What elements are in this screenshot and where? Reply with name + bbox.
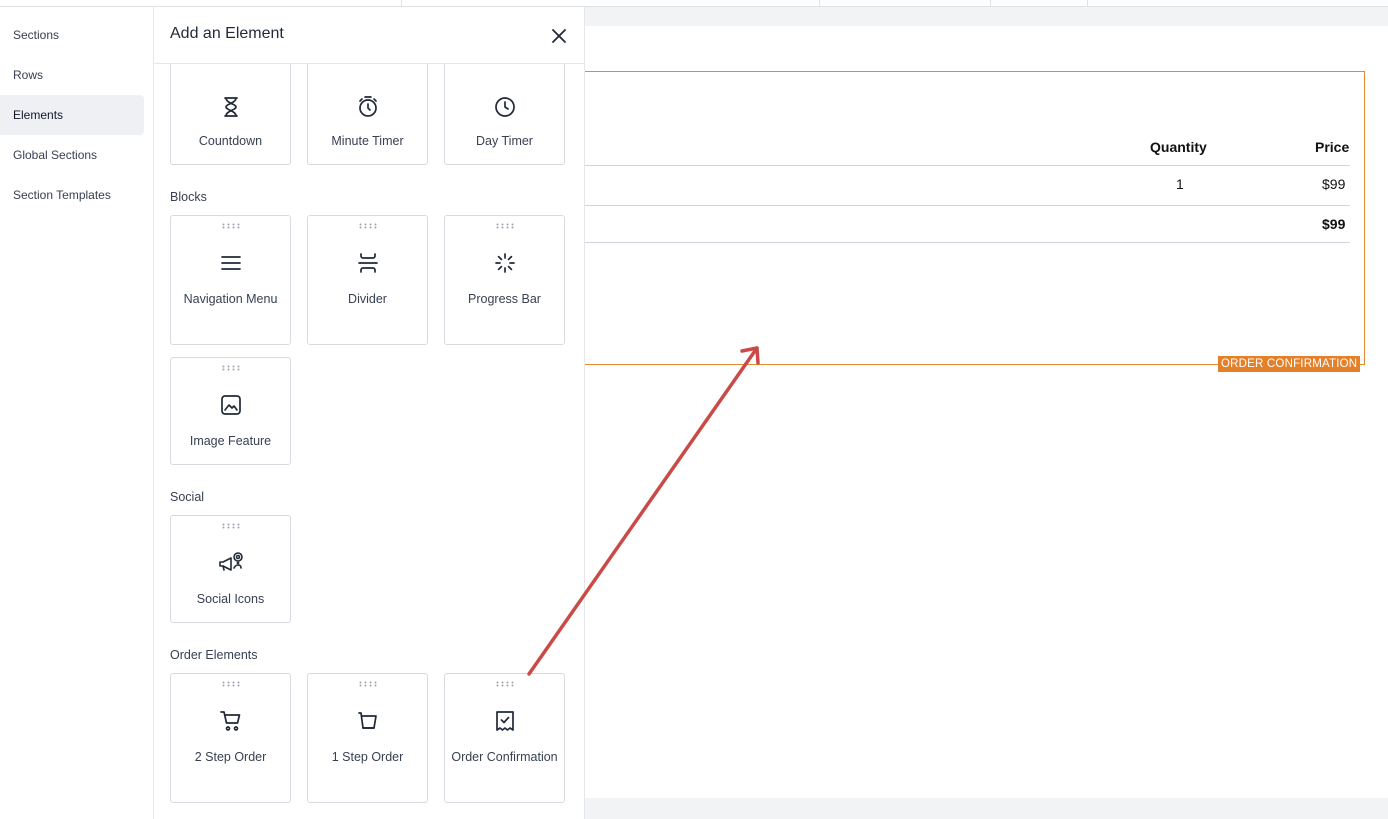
element-type-badge: ORDER CONFIRMATION <box>1218 356 1361 372</box>
menu-icon <box>220 256 241 270</box>
element-tile-label: Minute Timer <box>331 134 404 148</box>
element-tile-label: Countdown <box>198 134 263 148</box>
loader-icon <box>494 253 515 273</box>
drag-handle-icon[interactable] <box>359 681 377 687</box>
toolbar-segment <box>820 0 991 7</box>
panel-header: Add an Element <box>154 7 584 64</box>
element-tile-order-confirmation[interactable]: Order Confirmation <box>444 673 565 803</box>
element-tile-divider[interactable]: Divider <box>307 215 428 345</box>
add-element-panel: Add an Element Countdown Minute Timer Da… <box>153 7 585 819</box>
toolbar-segment <box>991 0 1088 7</box>
top-toolbar <box>0 0 1388 7</box>
table-divider <box>585 165 1350 166</box>
toolbar-segment <box>402 0 820 7</box>
image-icon <box>220 395 241 415</box>
close-panel-button[interactable] <box>548 25 570 47</box>
drag-handle-icon[interactable] <box>222 365 240 371</box>
element-tile-label: 2 Step Order <box>194 750 267 764</box>
sidebar-item-global-sections[interactable]: Global Sections <box>0 135 144 175</box>
drag-handle-icon[interactable] <box>496 681 514 687</box>
price-cell: $99 <box>1322 176 1346 192</box>
drag-handle-icon[interactable] <box>222 523 240 529</box>
sidebar-item-elements[interactable]: Elements <box>0 95 144 135</box>
stopwatch-icon <box>358 96 377 117</box>
element-tile-label: Day Timer <box>476 134 533 148</box>
element-tile-navigation-menu[interactable]: Navigation Menu <box>170 215 291 345</box>
quantity-column-header: Quantity <box>1150 139 1207 155</box>
element-tile-2-step-order[interactable]: 2 Step Order <box>170 673 291 803</box>
price-column-header: Price <box>1315 139 1350 155</box>
element-tile-label: Navigation Menu <box>183 292 278 306</box>
sidebar-item-sections[interactable]: Sections <box>0 15 144 55</box>
element-tile-day-timer[interactable]: Day Timer <box>444 47 565 165</box>
group-heading-order-elements: Order Elements <box>170 648 258 662</box>
social-megaphone-icon <box>218 552 243 571</box>
order-confirmation-element[interactable] <box>585 71 1365 365</box>
divider-icon <box>357 253 378 273</box>
element-tile-label: Divider <box>348 292 387 306</box>
builder-sidebar: Sections Rows Elements Global Sections S… <box>0 7 153 819</box>
element-tile-label: Progress Bar <box>468 292 541 306</box>
total-price-cell: $99 <box>1322 216 1346 232</box>
quantity-cell: 1 <box>1176 176 1184 192</box>
element-tile-label: 1 Step Order <box>331 750 404 764</box>
element-tile-label: Social Icons <box>196 592 265 606</box>
drag-handle-icon[interactable] <box>496 223 514 229</box>
element-tile-countdown[interactable]: Countdown <box>170 47 291 165</box>
drag-handle-icon[interactable] <box>359 223 377 229</box>
group-heading-blocks: Blocks <box>170 190 207 204</box>
element-tile-minute-timer[interactable]: Minute Timer <box>307 47 428 165</box>
sidebar-item-rows[interactable]: Rows <box>0 55 144 95</box>
element-tile-1-step-order[interactable]: 1 Step Order <box>307 673 428 803</box>
drag-handle-icon[interactable] <box>222 223 240 229</box>
clock-icon <box>494 97 515 117</box>
sidebar-item-section-templates[interactable]: Section Templates <box>0 175 144 215</box>
receipt-check-icon <box>495 711 514 731</box>
table-divider <box>585 242 1350 243</box>
basket-icon <box>357 712 377 729</box>
element-tile-social-icons[interactable]: Social Icons <box>170 515 291 623</box>
element-tile-image-feature[interactable]: Image Feature <box>170 357 291 465</box>
drag-handle-icon[interactable] <box>222 681 240 687</box>
cart-icon <box>219 711 240 731</box>
toolbar-segment <box>0 0 402 7</box>
close-icon <box>552 29 566 43</box>
hourglass-icon <box>223 97 238 117</box>
table-divider <box>585 205 1350 206</box>
element-tile-label: Image Feature <box>189 434 272 448</box>
element-tile-label: Order Confirmation <box>451 750 558 764</box>
element-tile-progress-bar[interactable]: Progress Bar <box>444 215 565 345</box>
panel-title: Add an Element <box>170 25 284 42</box>
group-heading-social: Social <box>170 490 205 504</box>
